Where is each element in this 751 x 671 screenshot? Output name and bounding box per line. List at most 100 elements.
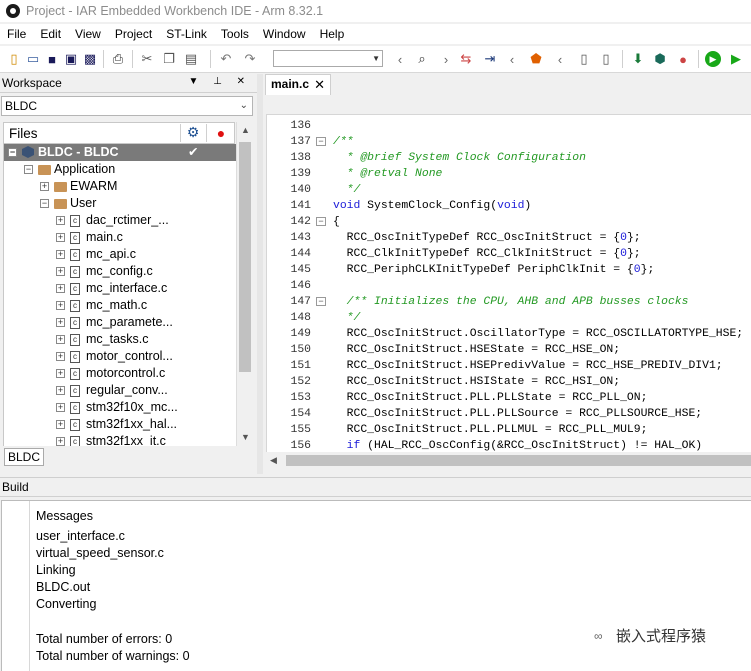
build-message[interactable]: user_interface.c [36,529,125,543]
next-bookmark-icon[interactable]: ▯ [598,51,614,67]
redo-icon[interactable]: ↷ [242,51,258,67]
code-line[interactable]: 149 RCC_OscInitStruct.OscillatorType = R… [267,326,751,342]
tab-main-c[interactable]: main.c ✕ [265,74,331,95]
collapse-icon[interactable]: − [40,199,49,208]
run-icon[interactable]: ▶ [728,51,744,67]
tree-item-file[interactable]: + c main.c [4,229,236,246]
shield-icon[interactable]: ⬢ [652,51,668,67]
tree-item-folder[interactable]: − Application [4,161,236,178]
code-line[interactable]: 139 * @retval None [267,166,751,182]
menu-project[interactable]: Project [108,27,159,41]
tree-item-file[interactable]: + c stm32f1xx_it.c [4,433,236,446]
gear-icon[interactable]: ⚙ [180,124,205,142]
save-all-icon[interactable]: ▣ [63,51,79,67]
tree-item-file[interactable]: + c regular_conv... [4,382,236,399]
code-line[interactable]: 137−/** [267,134,751,150]
scroll-up-icon[interactable]: ▲ [237,122,254,139]
build-message[interactable]: Converting [36,597,96,611]
code-line[interactable]: 146 [267,278,751,294]
tree-item-file[interactable]: + c motorcontrol.c [4,365,236,382]
bookmark-icon[interactable]: ⬟ [528,51,544,67]
fold-toggle-icon[interactable]: − [316,217,326,226]
status-dot-icon[interactable]: ● [206,124,235,142]
workspace-scrollbar[interactable]: ▲ ▼ [236,122,254,446]
code-line[interactable]: 138 * @brief System Clock Configuration [267,150,751,166]
find-next-icon[interactable]: › [438,51,454,67]
expand-icon[interactable]: + [56,318,65,327]
code-line[interactable]: 142−{ [267,214,751,230]
tree-item-file[interactable]: + c mc_tasks.c [4,331,236,348]
expand-icon[interactable]: + [56,233,65,242]
code-line[interactable]: 147− /** Initializes the CPU, AHB and AP… [267,294,751,310]
menu-help[interactable]: Help [313,27,352,41]
expand-icon[interactable]: + [56,403,65,412]
close-icon[interactable]: ✕ [314,75,325,94]
expand-icon[interactable]: + [56,420,65,429]
code-line[interactable]: 151 RCC_OscInitStruct.HSEPredivValue = R… [267,358,751,374]
tree-item-folder[interactable]: − User [4,195,236,212]
scrollbar-thumb[interactable] [286,455,751,466]
menu-edit[interactable]: Edit [33,27,68,41]
cut-icon[interactable]: ✂ [139,51,155,67]
menu-tools[interactable]: Tools [214,27,256,41]
expand-icon[interactable]: + [56,267,65,276]
expand-icon[interactable]: + [56,335,65,344]
tree-item-folder[interactable]: + EWARM [4,178,236,195]
workspace-window-controls[interactable]: ▼ ⊥ ✕ [188,76,251,87]
download-icon[interactable]: ⬇ [630,51,646,67]
editor-horizontal-scrollbar[interactable]: ◀ [266,452,751,469]
code-line[interactable]: 141 void SystemClock_Config(void) [267,198,751,214]
find-icon[interactable]: ⌕ [414,51,430,67]
scrollbar-thumb[interactable] [239,142,251,372]
tree-item-file[interactable]: + c dac_rctimer_... [4,212,236,229]
go-to-icon[interactable]: ⇥ [482,51,498,67]
expand-icon[interactable]: + [56,284,65,293]
code-line[interactable]: 145 RCC_PeriphCLKInitTypeDef PeriphClkIn… [267,262,751,278]
save-icon[interactable]: ■ [44,51,60,67]
code-line[interactable]: 155 RCC_OscInitStruct.PLL.PLLMUL = RCC_P… [267,422,751,438]
menu-st-link[interactable]: ST-Link [159,27,214,41]
expand-icon[interactable]: + [56,386,65,395]
code-line[interactable]: 148 */ [267,310,751,326]
fold-toggle-icon[interactable]: − [316,137,326,146]
expand-icon[interactable]: + [40,182,49,191]
expand-icon[interactable]: + [56,250,65,259]
workspace-config-select[interactable]: BLDC ⌄ [1,96,253,116]
expand-icon[interactable]: + [56,216,65,225]
tree-item-file[interactable]: + c mc_paramete... [4,314,236,331]
close-file-icon[interactable]: ▩ [82,51,98,67]
build-message[interactable]: BLDC.out [36,580,90,594]
open-file-icon[interactable]: ▭ [25,51,41,67]
build-message[interactable]: Linking [36,563,76,577]
code-line[interactable]: 154 RCC_OscInitStruct.PLL.PLLSource = RC… [267,406,751,422]
code-editor[interactable]: 136 137−/** 138 * @brief System Clock Conf… [266,114,751,454]
tree-item-file[interactable]: + c motor_control... [4,348,236,365]
build-message[interactable]: Total number of warnings: 0 [36,649,190,663]
find-previous-icon[interactable]: ‹ [392,51,408,67]
prev-bookmark-icon[interactable]: ‹ [552,51,568,67]
print-icon[interactable]: ⎙ [110,51,126,67]
copy-icon[interactable]: ❐ [161,51,177,67]
navigate-back-icon[interactable]: ‹ [504,51,520,67]
menu-window[interactable]: Window [256,27,313,41]
tree-item-file[interactable]: + c stm32f10x_mc... [4,399,236,416]
replace-icon[interactable]: ⇆ [458,51,474,67]
new-file-icon[interactable]: ▯ [6,51,22,67]
search-combo[interactable]: ▼ [273,50,383,67]
debug-run-icon[interactable]: ▶ [705,51,721,67]
expand-icon[interactable]: + [56,352,65,361]
breakpoint-icon[interactable]: ● [675,51,691,67]
expand-icon[interactable]: + [56,437,65,446]
scroll-down-icon[interactable]: ▼ [237,429,254,446]
paste-icon[interactable]: ▤ [183,51,199,67]
code-line[interactable]: 150 RCC_OscInitStruct.HSEState = RCC_HSE… [267,342,751,358]
panel-splitter[interactable] [257,74,263,474]
collapse-icon[interactable]: − [24,165,33,174]
tree-item-file[interactable]: + c stm32f1xx_hal... [4,416,236,433]
tree-item-file[interactable]: + c mc_math.c [4,297,236,314]
code-line[interactable]: 140 */ [267,182,751,198]
tree-item-file[interactable]: + c mc_api.c [4,246,236,263]
collapse-icon[interactable]: − [8,148,17,157]
code-line[interactable]: 136 [267,118,751,134]
build-message[interactable]: Total number of errors: 0 [36,632,172,646]
